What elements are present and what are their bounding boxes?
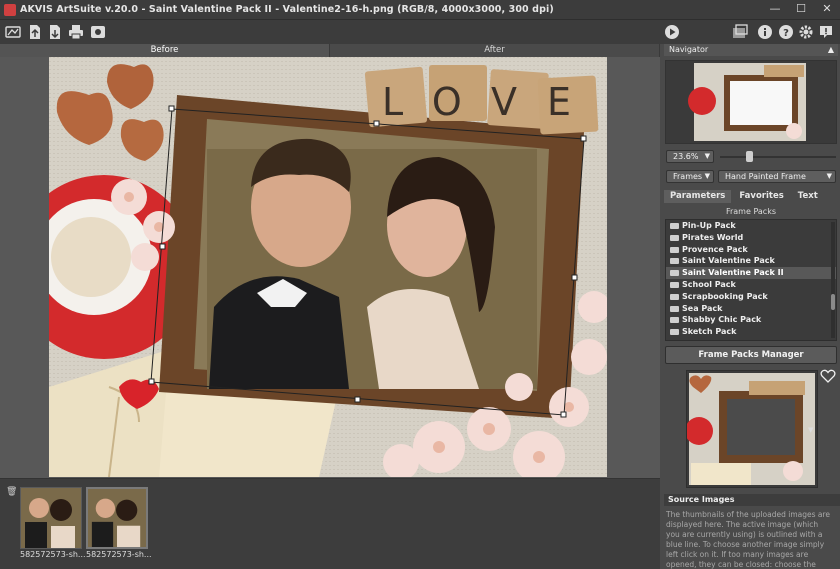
thumbnail-active[interactable] bbox=[86, 487, 148, 549]
frame-pack-list[interactable]: Pin-Up Pack Pirates World Provence Pack … bbox=[665, 219, 837, 341]
folder-icon bbox=[670, 329, 679, 336]
close-icon[interactable]: ✕ bbox=[820, 2, 834, 16]
tab-after[interactable]: After bbox=[330, 44, 660, 57]
list-item-label: Saint Valentine Pack II bbox=[682, 268, 784, 278]
thumbnail-caption: 582572573-sh... bbox=[86, 550, 152, 559]
list-item[interactable]: Saint Valentine Pack bbox=[666, 255, 836, 267]
view-tabs: Before After bbox=[0, 44, 660, 57]
effect-category-dropdown[interactable]: Frames ▼ bbox=[666, 170, 714, 183]
folder-icon bbox=[670, 317, 679, 324]
list-item[interactable]: Pirates World bbox=[666, 232, 836, 244]
info-icon[interactable] bbox=[757, 24, 773, 40]
source-images-help: The thumbnails of the uploaded images ar… bbox=[666, 510, 831, 569]
zoom-slider-handle[interactable] bbox=[746, 151, 753, 162]
source-images-title: Source Images bbox=[664, 494, 840, 506]
tab-before[interactable]: Before bbox=[0, 44, 330, 57]
maximize-icon[interactable]: ☐ bbox=[794, 2, 808, 16]
minimize-icon[interactable]: — bbox=[768, 2, 782, 16]
list-item[interactable]: Sketch Pack bbox=[666, 326, 836, 338]
svg-text:?: ? bbox=[783, 28, 789, 39]
notify-icon[interactable] bbox=[818, 24, 834, 40]
right-panel: Navigator ▲ 23.6% ▼ Frames ▼ Hand Painte… bbox=[660, 44, 840, 569]
parameter-tabs: Parameters Favorites Text bbox=[664, 190, 838, 203]
list-item-label: School Pack bbox=[682, 279, 736, 289]
list-item[interactable]: School Pack bbox=[666, 279, 836, 291]
chevron-down-icon[interactable]: ▼ bbox=[808, 426, 813, 434]
print-icon[interactable] bbox=[68, 24, 84, 40]
plugin-icon[interactable] bbox=[90, 24, 106, 40]
folder-icon bbox=[670, 234, 679, 241]
zoom-slider-track[interactable] bbox=[720, 156, 836, 158]
frame-packs-title: Frame Packs bbox=[725, 207, 777, 216]
window-title: AKVIS ArtSuite v.20.0 - Saint Valentine … bbox=[20, 4, 554, 15]
chevron-down-icon: ▼ bbox=[826, 172, 832, 180]
image-canvas[interactable]: LOVE bbox=[0, 57, 660, 478]
toolbar: ? bbox=[0, 20, 840, 44]
save-icon[interactable] bbox=[47, 24, 63, 40]
list-item[interactable]: Sea Pack bbox=[666, 303, 836, 315]
list-item[interactable]: Pin-Up Pack bbox=[666, 220, 836, 232]
list-item-label: Sketch Pack bbox=[682, 327, 737, 337]
scrollbar-thumb[interactable] bbox=[831, 294, 835, 310]
chevron-down-icon: ▼ bbox=[704, 172, 710, 180]
folder-icon bbox=[670, 258, 679, 265]
list-item-label: Shabby Chic Pack bbox=[682, 315, 762, 325]
navigator-preview[interactable] bbox=[665, 60, 837, 144]
list-scrollbar[interactable] bbox=[831, 222, 835, 338]
folder-icon bbox=[670, 223, 679, 229]
frame-packs-manager-button[interactable]: Frame Packs Manager bbox=[665, 346, 837, 364]
list-item-label: Pirates World bbox=[682, 232, 744, 242]
heart-favorite-icon[interactable] bbox=[820, 368, 836, 384]
collapse-icon[interactable]: ▲ bbox=[828, 44, 834, 56]
thumbnail[interactable] bbox=[20, 487, 82, 549]
tab-parameters[interactable]: Parameters bbox=[664, 190, 732, 203]
run-icon[interactable] bbox=[664, 24, 680, 40]
photo-preview[interactable]: LOVE bbox=[49, 57, 607, 477]
list-item[interactable]: Provence Pack bbox=[666, 244, 836, 256]
effect-type-value: Hand Painted Frame bbox=[725, 172, 806, 181]
photo-artwork: LOVE bbox=[49, 57, 607, 477]
app-logo-icon bbox=[4, 3, 16, 16]
zoom-value: 23.6% bbox=[673, 152, 699, 161]
effect-type-dropdown[interactable]: Hand Painted Frame ▼ bbox=[718, 170, 836, 183]
list-item-label: Sea Pack bbox=[682, 303, 723, 313]
navigator-header: Navigator ▲ bbox=[664, 44, 838, 56]
list-item[interactable]: Shabby Chic Pack bbox=[666, 314, 836, 326]
love-word: LOVE bbox=[382, 80, 601, 124]
folder-icon bbox=[670, 270, 679, 277]
title-bar: AKVIS ArtSuite v.20.0 - Saint Valentine … bbox=[0, 0, 840, 20]
trash-icon[interactable]: 🗑 bbox=[6, 487, 17, 497]
folder-icon bbox=[670, 305, 679, 312]
folder-icon bbox=[670, 246, 679, 253]
zoom-dropdown[interactable]: 23.6% ▼ bbox=[666, 150, 714, 163]
list-item-label: Saint Valentine Pack bbox=[682, 256, 775, 266]
thumbnail-strip: 🗑 582572573-sh... 582572573-sh... bbox=[0, 478, 660, 569]
tab-text[interactable]: Text bbox=[792, 190, 824, 203]
list-item-selected[interactable]: Saint Valentine Pack II bbox=[666, 267, 836, 279]
list-item-label: Scrapbooking Pack bbox=[682, 291, 768, 301]
thumbnail-caption: 582572573-sh... bbox=[20, 550, 86, 559]
export-icon[interactable] bbox=[27, 24, 43, 40]
frame-preview[interactable] bbox=[685, 370, 818, 488]
open-icon[interactable] bbox=[5, 24, 21, 40]
tab-favorites[interactable]: Favorites bbox=[733, 190, 789, 203]
list-item[interactable]: Scrapbooking Pack bbox=[666, 291, 836, 303]
canvas-icon[interactable] bbox=[732, 24, 748, 40]
chevron-down-icon: ▼ bbox=[704, 152, 710, 160]
folder-icon bbox=[670, 293, 679, 300]
list-item-label: Pin-Up Pack bbox=[682, 221, 736, 230]
navigator-title: Navigator bbox=[669, 45, 709, 54]
folder-icon bbox=[670, 281, 679, 288]
effect-category-value: Frames bbox=[673, 172, 703, 181]
help-icon[interactable]: ? bbox=[778, 24, 794, 40]
settings-icon[interactable] bbox=[798, 24, 814, 40]
list-item-label: Provence Pack bbox=[682, 244, 748, 254]
